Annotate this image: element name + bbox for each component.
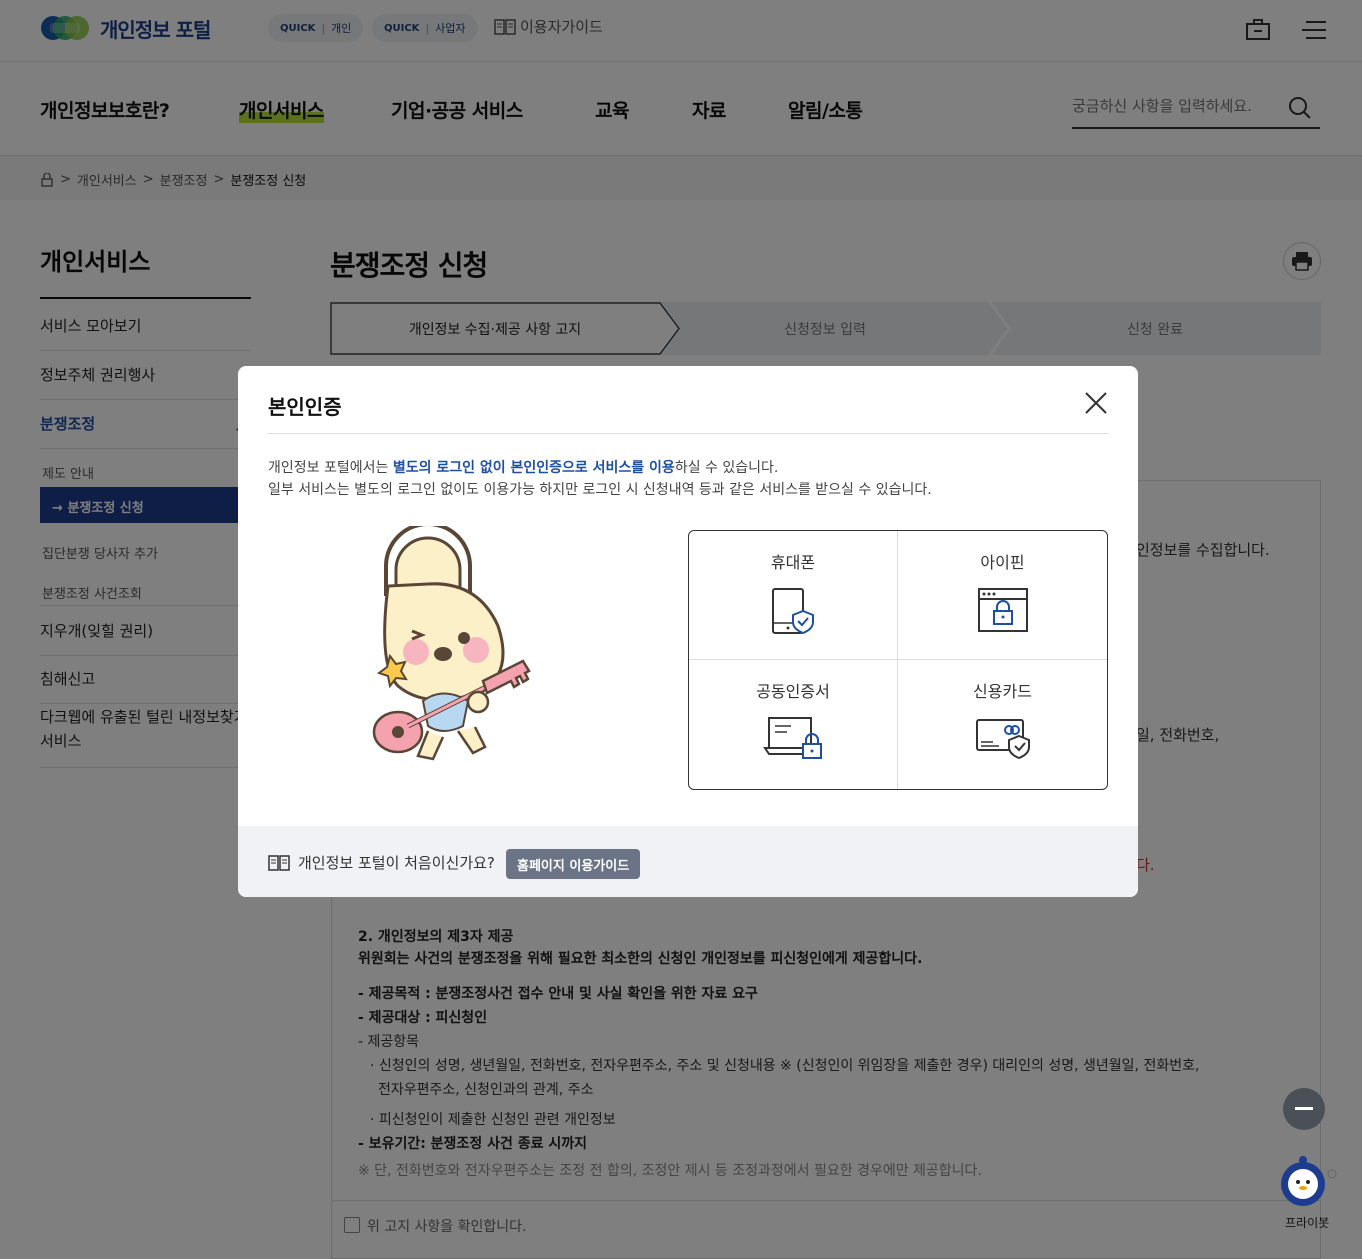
credit-card-icon	[975, 719, 1030, 760]
ipin-icon	[977, 588, 1028, 632]
auth-option-label: 아이핀	[980, 553, 1025, 572]
divider	[268, 433, 1108, 434]
auth-option-label: 신용카드	[973, 682, 1032, 701]
auth-option-certificate[interactable]: 공동인증서	[689, 660, 898, 789]
minus-button[interactable]	[1283, 1088, 1325, 1130]
robot-icon	[1281, 1156, 1337, 1206]
modal-footer-text: 개인정보 포털이 처음이신가요?	[268, 852, 495, 873]
auth-modal: 본인인증 개인정보 포털에서는 별도의 로그인 없이 본인인증으로 서비스를 이…	[238, 366, 1138, 897]
homepage-guide-button[interactable]: 홈페이지 이용가이드	[506, 849, 641, 879]
phone-icon	[772, 588, 814, 635]
chatbot-label: 프라이봇	[1285, 1216, 1330, 1230]
auth-option-phone[interactable]: 휴대폰	[689, 531, 898, 660]
minus-icon	[1295, 1107, 1313, 1110]
book-icon	[268, 854, 290, 871]
auth-options: 휴대폰 아이핀 공동인증서 신용카드	[688, 530, 1108, 790]
highlight-text: 별도의 로그인 없이 본인인증으로 서비스를 이용	[392, 460, 675, 476]
modal-title: 본인인증	[268, 395, 342, 419]
auth-option-label: 휴대폰	[770, 553, 816, 572]
auth-option-ipin[interactable]: 아이핀	[898, 531, 1107, 660]
auth-option-creditcard[interactable]: 신용카드	[898, 660, 1107, 789]
mascot-illustration	[368, 522, 548, 776]
modal-desc: 일부 서비스는 별도의 로그인 없이도 이용가능 하지만 로그인 시 신청내역 …	[268, 482, 932, 498]
modal-desc: 개인정보 포털에서는 별도의 로그인 없이 본인인증으로 서비스를 이용하실 수…	[268, 460, 779, 476]
close-icon[interactable]	[1084, 391, 1108, 415]
auth-option-label: 공동인증서	[756, 682, 830, 701]
certificate-icon	[763, 717, 822, 759]
